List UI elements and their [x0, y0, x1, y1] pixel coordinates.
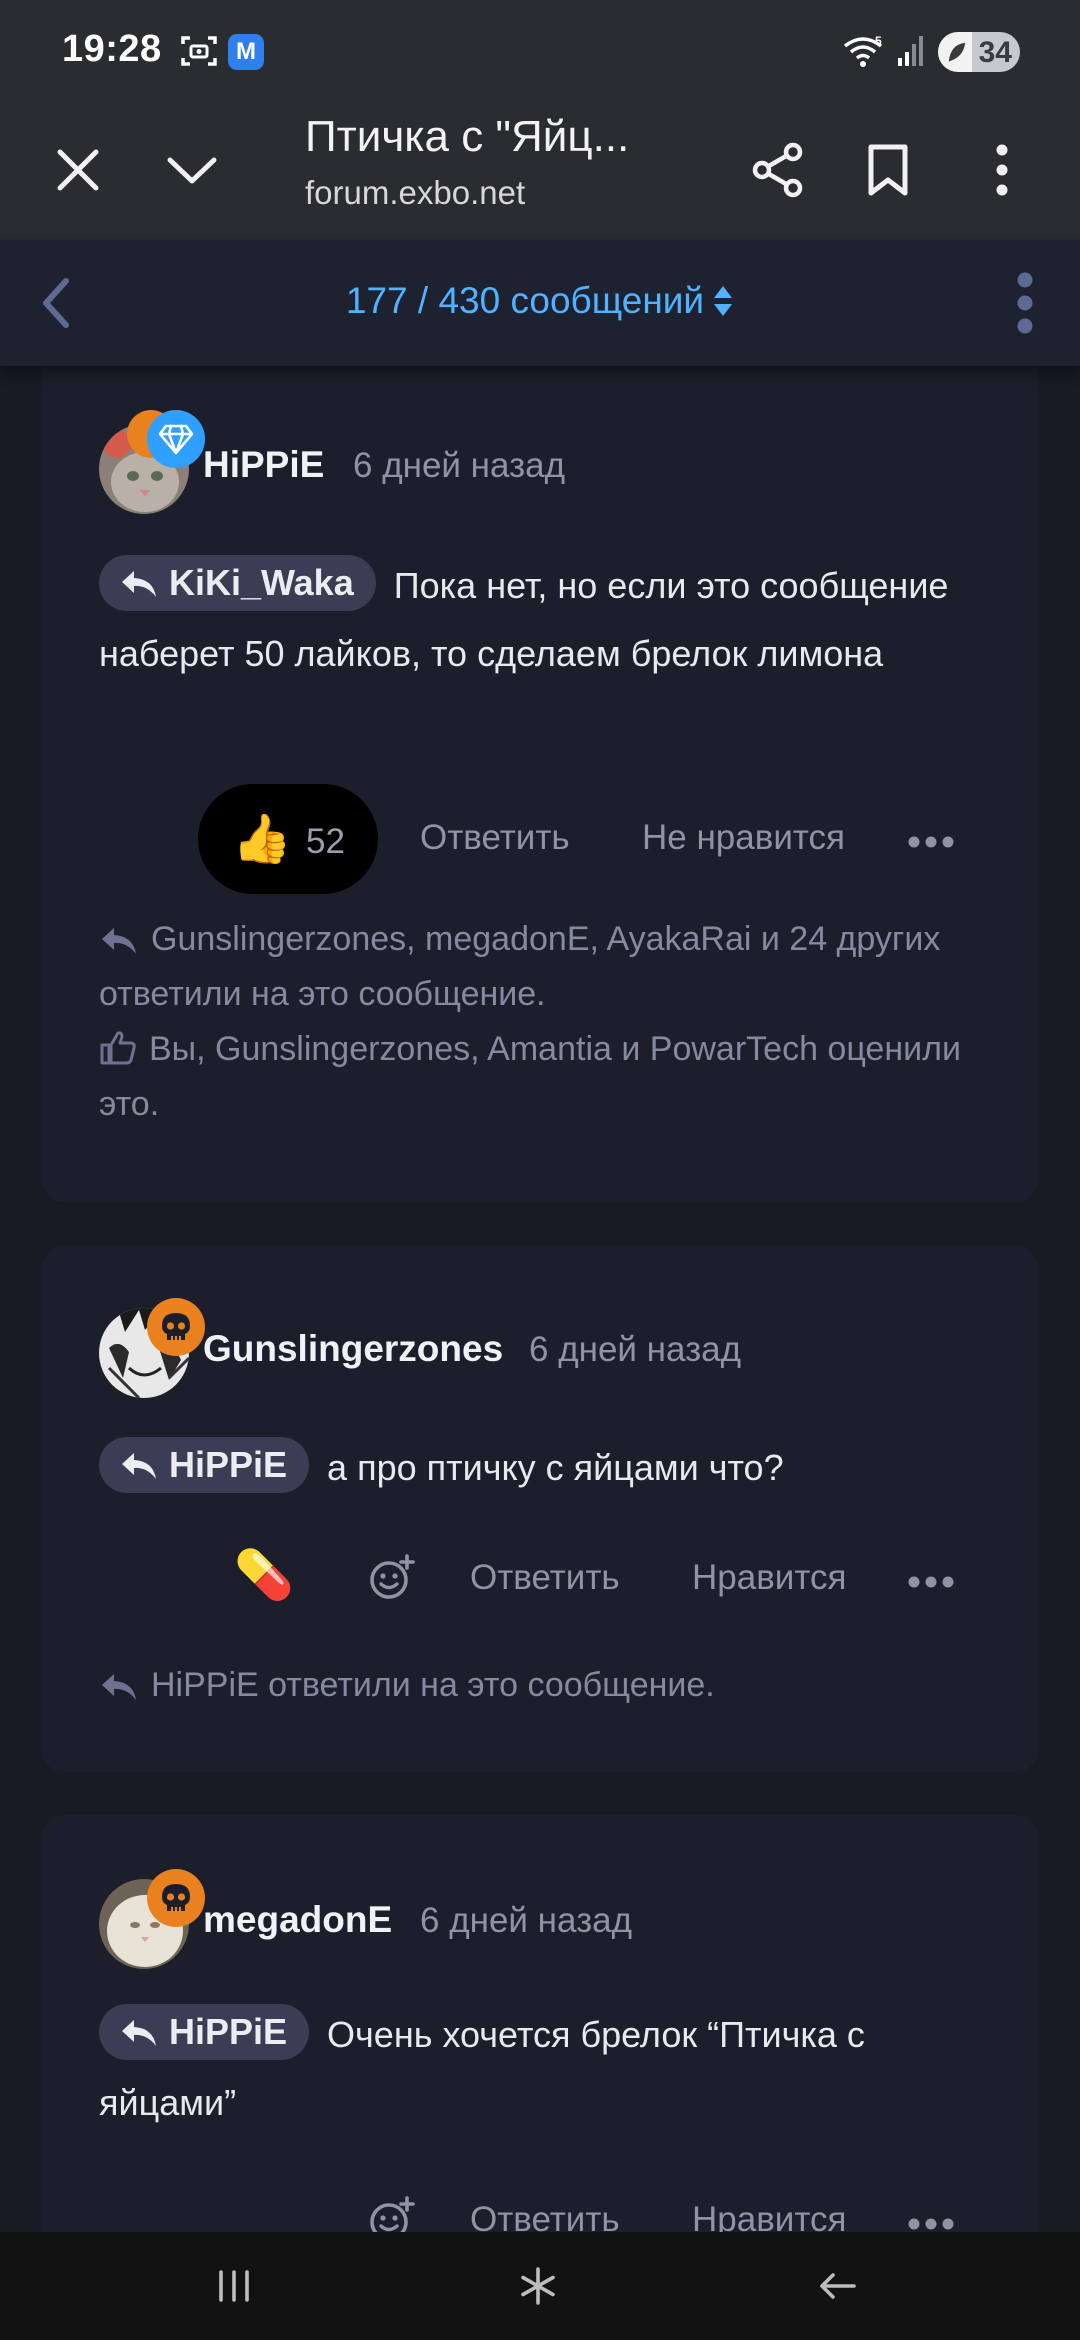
more-horizontal-icon[interactable]	[908, 836, 954, 848]
home-button[interactable]	[508, 2258, 568, 2314]
browser-menu-button[interactable]	[962, 130, 1042, 210]
svg-text:5: 5	[875, 34, 882, 48]
recent-apps-icon	[219, 2270, 249, 2302]
skull-badge-icon	[147, 1298, 205, 1356]
wifi-icon: 5	[843, 34, 883, 67]
reply-button[interactable]: Ответить	[420, 818, 570, 858]
post-card: HiPPiE 6 дней назад KiKi_Waka Пока нет, н…	[42, 330, 1038, 1202]
bookmark-button[interactable]	[848, 130, 928, 210]
close-tab-button[interactable]	[38, 130, 118, 210]
system-nav-bar	[0, 2232, 1080, 2340]
post-time[interactable]: 6 дней назад	[353, 446, 565, 486]
replies-summary-text: Gunslingerzones, megadonE, AyakaRai и 24…	[99, 920, 941, 1013]
recent-apps-button[interactable]	[204, 2258, 264, 2314]
battery-icon: 34	[938, 32, 1020, 72]
sort-icon	[714, 286, 733, 316]
bookmark-icon	[868, 144, 908, 196]
app-m-icon: M	[228, 34, 264, 70]
replies-summary[interactable]: Gunslingerzones, megadonE, AyakaRai и 24…	[99, 912, 978, 1022]
replies-summary[interactable]: HiPPiE ответили на это сообщение.	[99, 1658, 978, 1713]
likes-summary[interactable]: Вы, Gunslingerzones, Amantia и PowarTech…	[99, 1022, 978, 1132]
post-counter: 177 / 430 сообщений	[345, 280, 705, 321]
post-author[interactable]: Gunslingerzones	[203, 1328, 503, 1370]
avatar[interactable]	[99, 410, 205, 514]
diamond-badge-icon	[147, 410, 205, 468]
reply-icon	[102, 1674, 136, 1700]
more-horizontal-icon[interactable]	[908, 2218, 954, 2230]
reply-icon	[122, 1453, 156, 1479]
reply-mention[interactable]: HiPPiE	[99, 1437, 310, 1493]
clock: 19:28	[62, 28, 162, 70]
share-button[interactable]	[738, 130, 818, 210]
status-bar: 19:28 M 5 34	[0, 0, 1080, 100]
more-vertical-icon[interactable]	[1005, 270, 1045, 336]
post-author[interactable]: megadonE	[203, 1899, 392, 1941]
likes-summary-text: Вы, Gunslingerzones, Amantia и PowarTech…	[99, 1030, 961, 1123]
reaction-count: 52	[306, 822, 345, 861]
avatar[interactable]	[99, 1869, 205, 1969]
pill-reaction[interactable]: 💊	[234, 1546, 294, 1603]
mention-name: KiKi_Waka	[169, 562, 354, 603]
reply-mention[interactable]: KiKi_Waka	[99, 555, 376, 611]
reply-icon	[122, 571, 156, 597]
add-reaction-icon[interactable]	[368, 1554, 416, 1602]
more-vertical-icon	[996, 144, 1008, 196]
page-url[interactable]: forum.exbo.net	[305, 174, 525, 212]
share-icon	[752, 142, 803, 198]
discussion-nav-bar: 177 / 430 сообщений	[0, 240, 1080, 366]
avatar[interactable]	[99, 1298, 205, 1398]
back-button[interactable]	[808, 2258, 868, 2314]
post-actions: 💊 Ответить Нравится	[42, 1524, 1038, 1634]
browser-toolbar: Птичка с "Яйц... forum.exbo.net	[0, 100, 1080, 240]
post-scrubber[interactable]: 177 / 430 сообщений	[0, 280, 1080, 322]
post-text: а про птичку с яйцами что?	[327, 1447, 784, 1488]
reply-button[interactable]: Ответить	[470, 1558, 620, 1598]
mention-name: HiPPiE	[169, 1444, 288, 1485]
post-body: KiKi_Waka Пока нет, но если это сообщение…	[99, 552, 978, 688]
post-card: Gunslingerzones 6 дней назад HiPPiE а про…	[42, 1246, 1038, 1772]
page-title: Птичка с "Яйц...	[305, 112, 630, 161]
post-time[interactable]: 6 дней назад	[420, 1901, 632, 1941]
close-icon	[57, 149, 99, 191]
home-icon	[521, 2267, 555, 2305]
reaction-button[interactable]: 👍 52	[198, 784, 378, 894]
chevron-down-icon	[167, 157, 217, 184]
post-time[interactable]: 6 дней назад	[529, 1330, 741, 1370]
like-button[interactable]: Нравится	[692, 1558, 846, 1598]
skull-badge-icon	[147, 1869, 205, 1927]
mention-name: HiPPiE	[169, 2011, 288, 2052]
thumbs-up-icon	[100, 1031, 136, 1065]
screenshot-icon	[181, 36, 217, 66]
battery-level: 34	[978, 36, 1012, 69]
dislike-button[interactable]: Не нравится	[642, 818, 845, 858]
minimize-button[interactable]	[152, 130, 232, 210]
reply-icon	[102, 928, 136, 954]
post-author[interactable]: HiPPiE	[203, 444, 324, 486]
replies-summary-text: HiPPiE ответили на это сообщение.	[151, 1666, 715, 1704]
reply-mention[interactable]: HiPPiE	[99, 2004, 310, 2060]
more-horizontal-icon[interactable]	[908, 1576, 954, 1588]
back-arrow-icon	[820, 2273, 856, 2299]
signal-icon	[898, 36, 923, 66]
thumbs-up-reaction: 👍	[232, 813, 292, 866]
post-body: HiPPiE Очень хочется брелок “Птичка с яйц…	[99, 2001, 978, 2137]
post-body: HiPPiE а про птичку с яйцами что?	[99, 1434, 978, 1502]
reply-icon	[122, 2020, 156, 2046]
post-actions: 👍 52 Ответить Не нравится	[42, 784, 1038, 894]
